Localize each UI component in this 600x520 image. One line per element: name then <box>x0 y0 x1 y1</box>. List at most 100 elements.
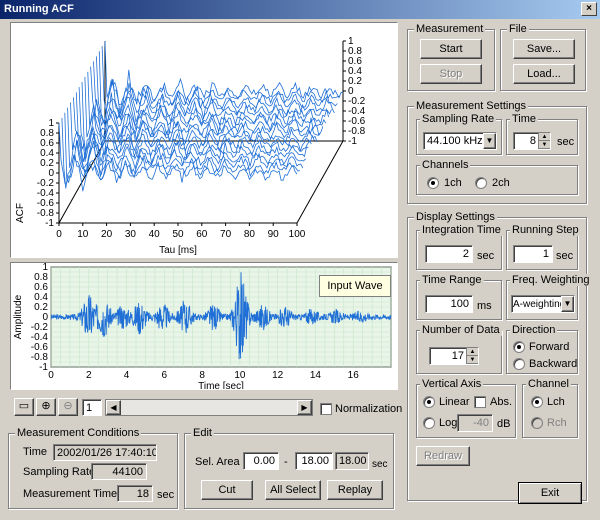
cut-label: Cut <box>218 484 236 496</box>
wave-x-tick-label: 16 <box>348 370 360 381</box>
time-spin-icon[interactable]: ▲ ▼ <box>538 133 550 149</box>
time-value: 8 <box>529 135 536 147</box>
replay-button[interactable]: Replay <box>327 480 383 500</box>
sampling-rate-label: Sampling Rate <box>420 113 497 125</box>
window-title: Running ACF <box>0 0 600 19</box>
acf-x-tick-label: 50 <box>172 229 184 240</box>
cut-button[interactable]: Cut <box>201 480 253 500</box>
chevron-down-icon[interactable]: ▼ <box>561 296 574 312</box>
rch-radio[interactable] <box>531 417 543 429</box>
stop-button[interactable]: Stop <box>420 64 482 84</box>
channel-label: Channel <box>526 378 571 390</box>
display-settings-title: Display Settings <box>414 211 497 223</box>
log-db-input[interactable]: -40 <box>457 414 493 432</box>
replay-label: Replay <box>337 484 373 496</box>
log-db-unit: dB <box>497 418 511 430</box>
measurement-settings-title: Measurement Settings <box>414 100 529 112</box>
measurement-group: Measurement Start Stop <box>407 23 495 91</box>
right-arrow-icon: ▶ <box>301 403 308 412</box>
save-label: Save... <box>526 43 562 55</box>
acf-x-tick-label: 90 <box>268 229 280 240</box>
time-group: Time 8 ▲ ▼ sec <box>506 113 578 155</box>
scroll-right-button[interactable]: ▶ <box>297 400 312 415</box>
time-unit: sec <box>557 136 575 148</box>
sel-area-to-input[interactable]: 18.00 <box>295 452 333 470</box>
page-number-field[interactable]: 1 <box>82 399 102 416</box>
exit-button[interactable]: Exit <box>518 482 582 504</box>
cond-sampling-value: 44100 <box>91 463 147 480</box>
sel-area-label: Sel. Area <box>195 456 240 468</box>
number-of-data-spin-icon[interactable]: ▲ ▼ <box>466 348 478 364</box>
freq-weighting-select[interactable]: A-weighting ▼ <box>511 295 575 313</box>
load-button[interactable]: Load... <box>513 64 575 84</box>
measurement-conditions-group: Measurement Conditions Time 2002/01/26 1… <box>8 427 178 509</box>
number-of-data-group: Number of Data 17 ▲ ▼ <box>416 324 502 374</box>
acf-waterfall-chart: 10.80.60.40.20-0.2-0.4-0.6-0.8-110.80.60… <box>15 36 366 256</box>
zoom-in-button[interactable]: ⊕ <box>36 398 56 416</box>
running-step-input[interactable]: 1 <box>513 245 553 263</box>
vertical-axis-label: Vertical Axis <box>420 378 484 390</box>
fit-view-button[interactable]: ▭ <box>14 398 34 416</box>
running-step-unit: sec <box>556 250 574 262</box>
ch1-radio[interactable] <box>427 177 439 189</box>
time-range-input[interactable]: 100 <box>425 295 473 313</box>
acf-floor-back-edge <box>58 140 343 224</box>
wave-x-tick-label: 2 <box>86 370 92 381</box>
integration-time-input[interactable]: 2 <box>425 245 473 263</box>
backward-radio[interactable] <box>513 358 525 370</box>
wave-x-tick-label: 6 <box>162 370 168 381</box>
cond-mtime-label: Measurement Time <box>23 488 118 500</box>
stop-label: Stop <box>439 68 463 80</box>
acf-plot: 1 0.8 0.6 0.4 0.2 0 -0.2 -0.4 -0.6 -0.8 -1 1 0.8 0.6 0… <box>10 22 398 258</box>
sel-area-unit: sec <box>372 459 388 470</box>
forward-radio[interactable] <box>513 341 525 353</box>
acf-x-tick-label: 30 <box>125 229 137 240</box>
lch-label: Lch <box>547 396 565 408</box>
integration-time-unit: sec <box>477 250 495 262</box>
integration-time-label: Integration Time <box>420 224 503 236</box>
all-select-button[interactable]: All Select <box>265 480 321 500</box>
number-of-data-stepper[interactable]: 17 ▲ ▼ <box>429 347 479 365</box>
log-label: Log <box>439 417 458 429</box>
sel-area-from-input[interactable]: 0.00 <box>243 452 279 470</box>
chevron-down-icon[interactable]: ▼ <box>483 133 496 149</box>
input-wave-badge: Input Wave <box>319 275 391 297</box>
abs-checkbox[interactable] <box>474 396 486 408</box>
close-icon[interactable]: × <box>581 2 597 16</box>
acf-right-tick-label: -1 <box>348 136 357 147</box>
integration-time-group: Integration Time 2 sec <box>416 224 503 270</box>
zoom-in-icon: ⊕ <box>41 400 51 412</box>
acf-x-label: Tau [ms] <box>159 245 197 256</box>
edit-title: Edit <box>191 427 214 439</box>
linear-radio[interactable] <box>423 396 435 408</box>
acf-trace <box>90 66 329 134</box>
channels-group: Channels 1ch 2ch <box>416 159 578 195</box>
sampling-rate-select[interactable]: 44.100 kHz ▼ <box>423 132 497 150</box>
time-scrollbar[interactable]: ◀ ▶ <box>105 399 313 416</box>
channel-group: Channel Lch Rch <box>522 378 578 438</box>
time-label: Time <box>510 113 539 125</box>
display-settings-group: Display Settings Integration Time 2 sec … <box>407 211 592 501</box>
zoom-out-button[interactable]: ⊖ <box>58 398 78 416</box>
wave-y-label: Amplitude <box>13 294 24 339</box>
save-button[interactable]: Save... <box>513 39 575 59</box>
start-button[interactable]: Start <box>420 39 482 59</box>
measurement-settings-group: Measurement Settings Sampling Rate 44.10… <box>407 100 587 204</box>
normalization-checkbox[interactable] <box>320 403 332 415</box>
scroll-left-button[interactable]: ◀ <box>106 400 121 415</box>
cond-mtime-value: 18 <box>117 485 153 502</box>
all-select-label: All Select <box>270 484 316 496</box>
time-range-unit: ms <box>477 300 492 312</box>
lch-radio[interactable] <box>531 396 543 408</box>
log-radio[interactable] <box>423 417 435 429</box>
direction-group: Direction Forward Backward <box>506 324 578 374</box>
freq-weighting-group: Freq. Weighting A-weighting ▼ <box>506 274 592 320</box>
load-label: Load... <box>527 68 561 80</box>
freq-weighting-value: A-weighting <box>513 299 566 310</box>
acf-x-tick-label: 70 <box>220 229 232 240</box>
time-stepper[interactable]: 8 ▲ ▼ <box>513 132 551 150</box>
ch2-radio[interactable] <box>475 177 487 189</box>
redraw-button[interactable]: Redraw <box>416 446 470 466</box>
start-label: Start <box>439 43 463 55</box>
wave-x-tick-label: 14 <box>310 370 322 381</box>
